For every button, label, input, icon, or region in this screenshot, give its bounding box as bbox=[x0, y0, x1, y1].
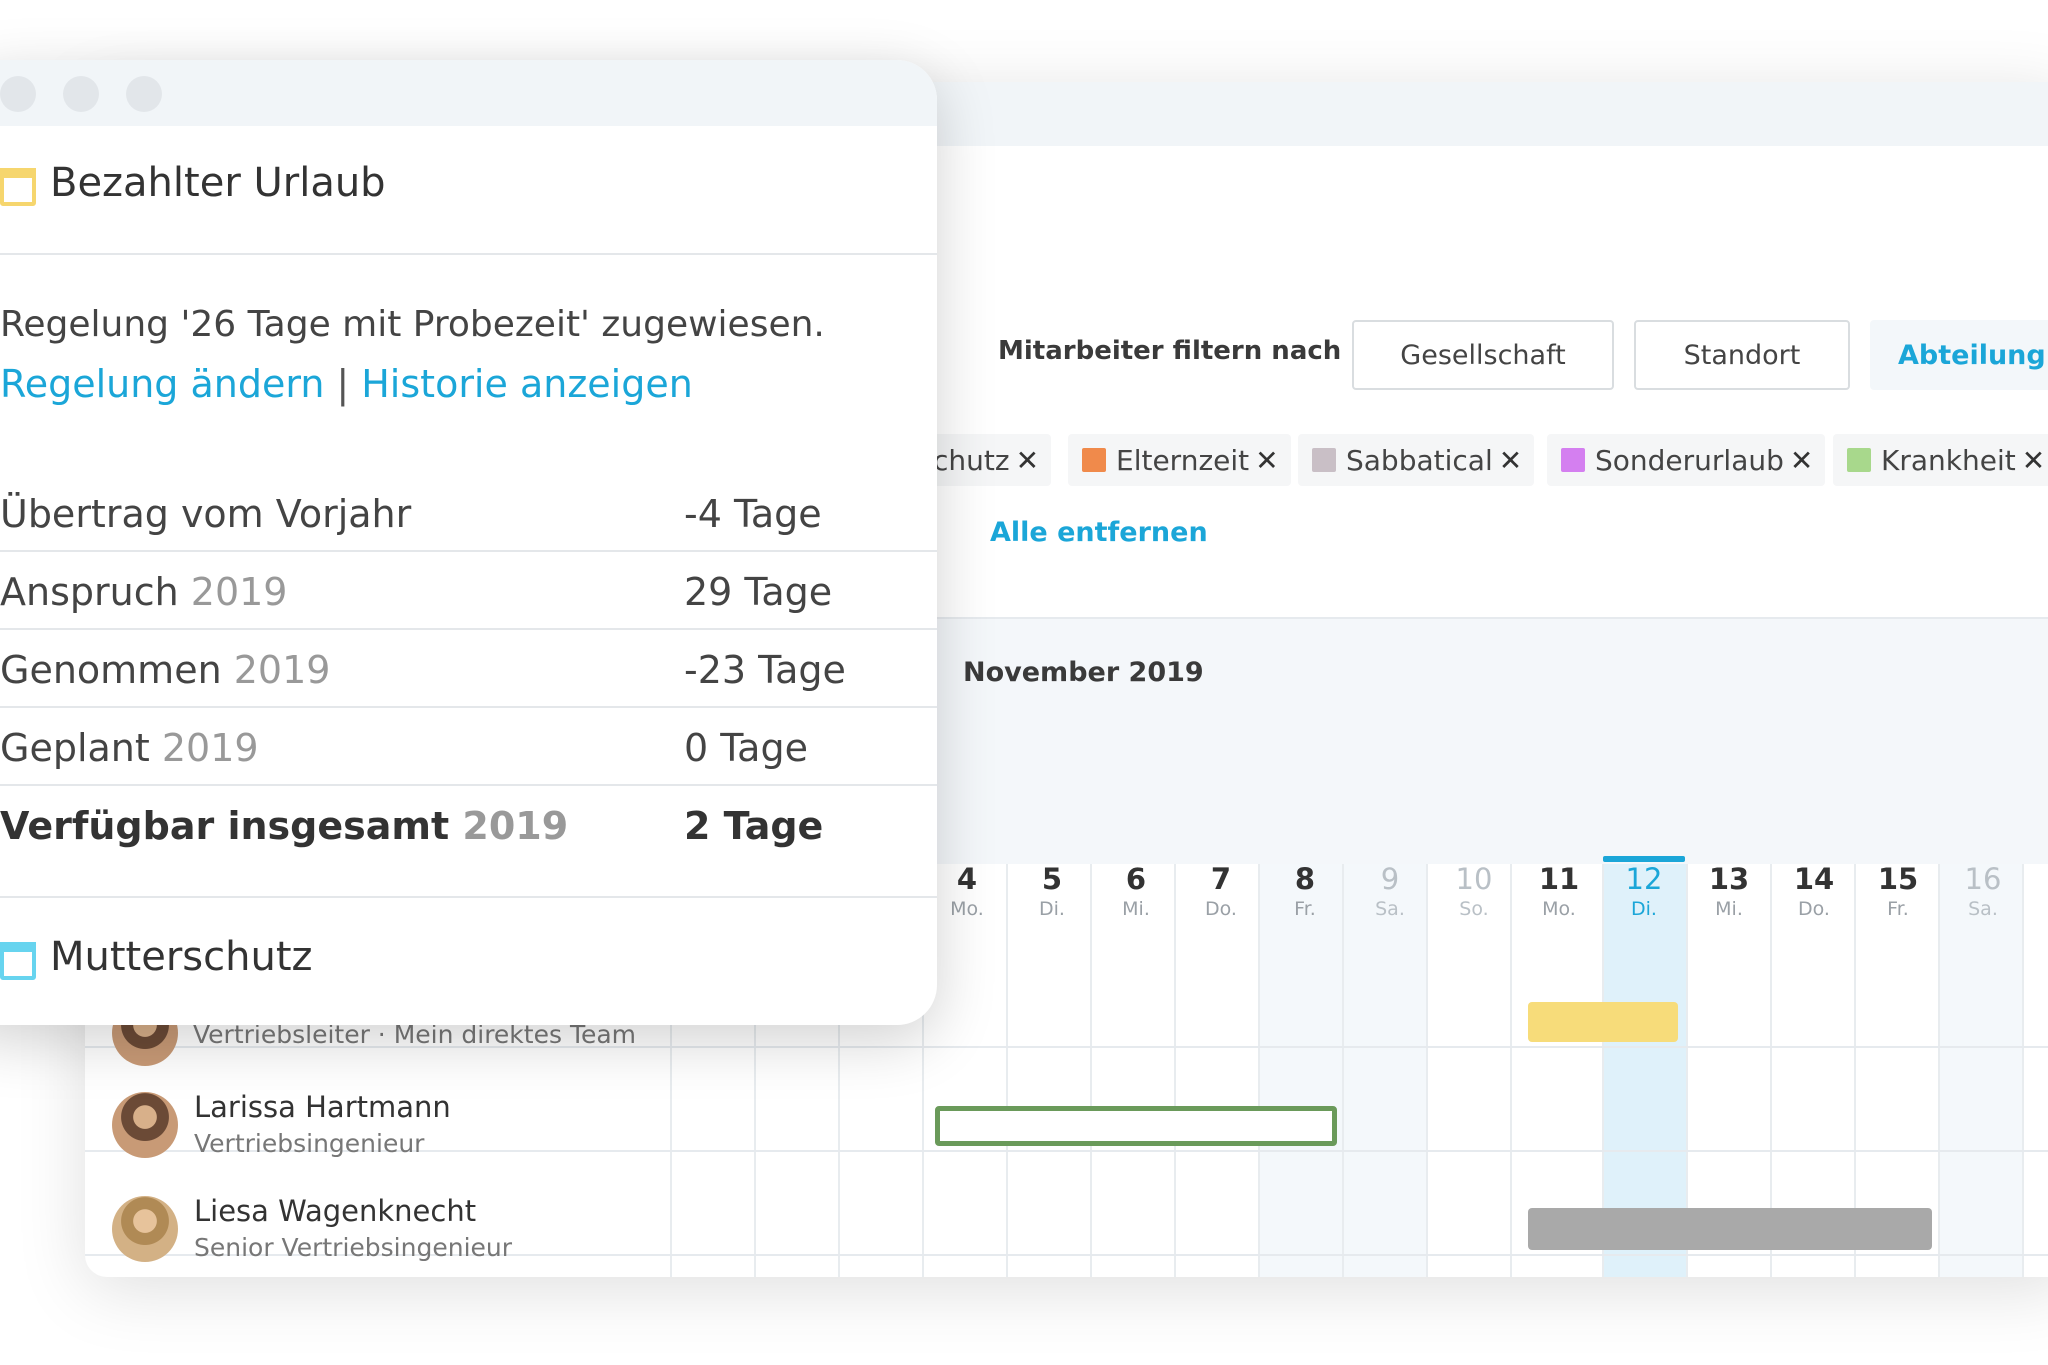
grid-col bbox=[1426, 864, 1510, 1277]
avatar[interactable] bbox=[112, 1092, 178, 1158]
close-icon[interactable]: ✕ bbox=[1499, 444, 1522, 477]
absence-bar-requested[interactable] bbox=[935, 1106, 1337, 1146]
balance-value: 29 Tage bbox=[684, 570, 833, 614]
policy-text: Regelung '26 Tage mit Probezeit' zugewie… bbox=[0, 304, 825, 345]
calendar-icon bbox=[0, 168, 36, 206]
balance-row-total: Verfügbar insgesamt 2019 2 Tage bbox=[0, 804, 824, 848]
grid-col bbox=[1090, 864, 1174, 1277]
color-swatch bbox=[1312, 448, 1336, 472]
chip-label: Sabbatical bbox=[1346, 443, 1493, 477]
day-header: 4 Mo. bbox=[950, 862, 984, 920]
chip-label: Krankheit bbox=[1881, 443, 2016, 477]
chip-label: chutz bbox=[933, 443, 1010, 477]
change-policy-link[interactable]: Regelung ändern bbox=[0, 362, 324, 406]
balance-row: Übertrag vom Vorjahr -4 Tage bbox=[0, 474, 937, 552]
filter-chip-sickness[interactable]: Krankheit ✕ bbox=[1833, 434, 2048, 486]
balance-value: -23 Tage bbox=[684, 648, 846, 692]
popup-title-bar bbox=[0, 60, 937, 126]
filter-department-button[interactable]: Abteilung ( bbox=[1870, 320, 2048, 390]
avatar[interactable] bbox=[112, 1196, 178, 1262]
day-header: 8 Fr. bbox=[1294, 862, 1316, 920]
day-header: 5 Di. bbox=[1039, 862, 1065, 920]
day-header-weekend: 9 Sa. bbox=[1375, 862, 1405, 920]
policy-links: Regelung ändern | Historie anzeigen bbox=[0, 362, 693, 406]
employee-row[interactable]: Larissa Hartmann Vertriebsingenieur bbox=[112, 1088, 451, 1162]
employee-name[interactable]: Liesa Wagenknecht bbox=[194, 1192, 512, 1230]
filter-company-button[interactable]: Gesellschaft bbox=[1352, 320, 1614, 390]
leave-balance-popup: Bezahlter Urlaub Regelung '26 Tage mit P… bbox=[0, 60, 937, 1025]
section-title-paid-leave: Bezahlter Urlaub bbox=[50, 160, 386, 206]
grid-col-weekend bbox=[1938, 864, 2022, 1277]
divider bbox=[0, 253, 937, 255]
today-indicator bbox=[1603, 856, 1685, 862]
day-header: 7 Do. bbox=[1205, 862, 1237, 920]
color-swatch bbox=[1561, 448, 1585, 472]
month-label: November 2019 bbox=[963, 657, 1204, 688]
employee-role: Vertriebsingenieur bbox=[194, 1129, 425, 1158]
window-dot[interactable] bbox=[63, 76, 99, 112]
grid-col bbox=[1006, 864, 1090, 1277]
show-history-link[interactable]: Historie anzeigen bbox=[361, 362, 693, 406]
balance-value: -4 Tage bbox=[684, 492, 822, 536]
filter-location-button[interactable]: Standort bbox=[1634, 320, 1850, 390]
link-separator: | bbox=[336, 362, 350, 406]
divider bbox=[0, 896, 937, 898]
day-header: 6 Mi. bbox=[1122, 862, 1150, 920]
absence-bar-vacation[interactable] bbox=[1528, 1002, 1678, 1042]
day-header-today: 12 Di. bbox=[1625, 862, 1663, 920]
chip-label: Sonderurlaub bbox=[1595, 443, 1784, 477]
employee-role: Senior Vertriebsingenieur bbox=[194, 1233, 513, 1262]
balance-value-total: 2 Tage bbox=[684, 804, 824, 848]
balance-row: Genommen 2019 -23 Tage bbox=[0, 630, 937, 708]
day-header-weekend: 10 So. bbox=[1455, 862, 1493, 920]
employee-name[interactable]: Larissa Hartmann bbox=[194, 1088, 451, 1126]
grid-col bbox=[2022, 864, 2048, 1277]
close-icon[interactable]: ✕ bbox=[1790, 444, 1813, 477]
grid-col-weekend bbox=[1342, 864, 1426, 1277]
day-header-weekend: 16 Sa. bbox=[1964, 862, 2002, 920]
window-dot[interactable] bbox=[0, 76, 36, 112]
color-swatch bbox=[1082, 448, 1106, 472]
grid-col bbox=[1174, 864, 1258, 1277]
color-swatch bbox=[1847, 448, 1871, 472]
balance-value: 0 Tage bbox=[684, 726, 808, 770]
filter-label: Mitarbeiter filtern nach bbox=[998, 336, 1342, 366]
close-icon[interactable]: ✕ bbox=[1255, 444, 1278, 477]
day-header: 11 Mo. bbox=[1538, 862, 1580, 920]
absence-bar-other[interactable] bbox=[1528, 1208, 1932, 1250]
filter-chip-parental-leave[interactable]: Elternzeit ✕ bbox=[1068, 434, 1291, 486]
day-header: 13 Mi. bbox=[1708, 862, 1750, 920]
remove-all-filters-link[interactable]: Alle entfernen bbox=[990, 517, 1208, 548]
window-dot[interactable] bbox=[126, 76, 162, 112]
section-title-maternity: Mutterschutz bbox=[50, 934, 313, 980]
employee-row[interactable]: Liesa Wagenknecht Senior Vertriebsingeni… bbox=[112, 1192, 512, 1266]
close-icon[interactable]: ✕ bbox=[1016, 444, 1039, 477]
grid-col-weekend bbox=[1258, 864, 1342, 1277]
chip-label: Elternzeit bbox=[1116, 443, 1250, 477]
balance-row: Anspruch 2019 29 Tage bbox=[0, 552, 937, 630]
day-header: 15 Fr. bbox=[1877, 862, 1919, 920]
filter-chip-maternity[interactable]: chutz ✕ bbox=[925, 434, 1052, 486]
day-header: 14 Do. bbox=[1793, 862, 1835, 920]
filter-chip-sabbatical[interactable]: Sabbatical ✕ bbox=[1298, 434, 1535, 486]
close-icon[interactable]: ✕ bbox=[2022, 444, 2045, 477]
calendar-icon bbox=[0, 942, 36, 980]
balance-row: Geplant 2019 0 Tage bbox=[0, 708, 937, 786]
filter-chip-special-leave[interactable]: Sonderurlaub ✕ bbox=[1547, 434, 1826, 486]
